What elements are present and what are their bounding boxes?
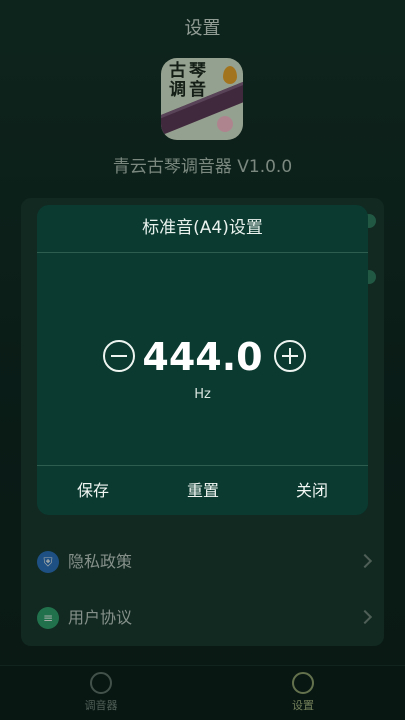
dialog-title: 标准音(A4)设置 — [142, 218, 263, 238]
standard-pitch-dialog: 标准音(A4)设置 444.0 Hz 保存 重置 关闭 — [37, 205, 368, 515]
divider — [37, 252, 368, 253]
dialog-actions: 保存 重置 关闭 — [37, 466, 368, 515]
pitch-stepper: 444.0 — [37, 331, 368, 383]
save-button[interactable]: 保存 — [45, 466, 141, 515]
close-button[interactable]: 关闭 — [264, 466, 360, 515]
pitch-unit: Hz — [194, 387, 211, 402]
reset-button[interactable]: 重置 — [155, 466, 251, 515]
pitch-value: 444.0 — [142, 335, 263, 379]
plus-circle-icon[interactable] — [274, 340, 306, 372]
